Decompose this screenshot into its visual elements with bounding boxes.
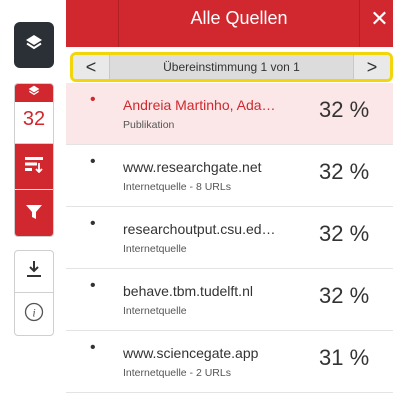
bullet-icon: • — [90, 339, 96, 356]
filter-button[interactable] — [15, 190, 53, 236]
source-row[interactable]: • researchoutput.csu.ed… Internetquelle … — [66, 207, 393, 269]
info-button[interactable]: i — [15, 293, 53, 335]
layers-strip — [15, 84, 53, 102]
source-row[interactable]: • Andreia Martinho, Ada… Publikation 32 … — [66, 83, 393, 145]
layers-icon — [28, 84, 40, 102]
source-percent: 32 % — [319, 159, 370, 184]
source-row[interactable]: • behave.tbm.tudelft.nl Internetquelle 3… — [66, 269, 393, 331]
source-type: Internetquelle - 2 URLs — [123, 367, 231, 379]
source-percent: 32 % — [319, 283, 370, 308]
layers-button[interactable] — [14, 22, 54, 68]
sort-icon — [24, 155, 44, 178]
bullet-icon: • — [90, 153, 96, 170]
info-icon: i — [24, 302, 44, 327]
close-icon[interactable]: ✕ — [366, 6, 393, 32]
match-navigation: < Übereinstimmung 1 von 1 > — [66, 47, 393, 83]
next-match-button[interactable]: > — [354, 55, 390, 79]
sources-panel: Alle Quellen ✕ < Übereinstimmung 1 von 1… — [66, 0, 393, 403]
source-name: behave.tbm.tudelft.nl — [123, 283, 253, 299]
source-percent: 32 % — [319, 97, 370, 122]
panel-header: Alle Quellen ✕ — [66, 0, 393, 47]
export-tools-group: i — [14, 250, 54, 336]
match-overview-button[interactable]: 32 — [15, 84, 53, 144]
bullet-icon: • — [90, 91, 96, 108]
source-name: www.sciencegate.app — [123, 345, 259, 361]
svg-text:i: i — [32, 305, 35, 319]
source-name: www.researchgate.net — [123, 159, 262, 175]
match-navigator: < Übereinstimmung 1 von 1 > — [70, 52, 393, 82]
match-tools-group: 32 — [14, 83, 54, 237]
match-position-label: Übereinstimmung 1 von 1 — [109, 55, 354, 79]
source-percent: 32 % — [319, 221, 370, 246]
source-type: Publikation — [123, 119, 175, 131]
source-type: Internetquelle — [123, 243, 187, 255]
bullet-icon: • — [90, 215, 96, 232]
source-type: Internetquelle — [123, 305, 187, 317]
source-list: • Andreia Martinho, Ada… Publikation 32 … — [66, 83, 393, 393]
source-row[interactable]: • www.researchgate.net Internetquelle - … — [66, 145, 393, 207]
download-icon — [26, 260, 42, 283]
source-type: Internetquelle - 8 URLs — [123, 181, 231, 193]
source-percent: 31 % — [319, 345, 370, 370]
match-count: 32 — [22, 108, 46, 130]
source-name: researchoutput.csu.ed… — [123, 221, 276, 237]
sort-button[interactable] — [15, 144, 53, 190]
header-divider — [359, 0, 360, 47]
bullet-icon: • — [90, 277, 96, 294]
source-row[interactable]: • www.sciencegate.app Internetquelle - 2… — [66, 331, 393, 393]
layers-icon — [25, 34, 43, 57]
source-name: Andreia Martinho, Ada… — [123, 97, 276, 113]
download-button[interactable] — [15, 251, 53, 293]
filter-icon — [25, 204, 43, 225]
panel-title: Alle Quellen — [190, 8, 288, 28]
previous-match-button[interactable]: < — [73, 55, 109, 79]
